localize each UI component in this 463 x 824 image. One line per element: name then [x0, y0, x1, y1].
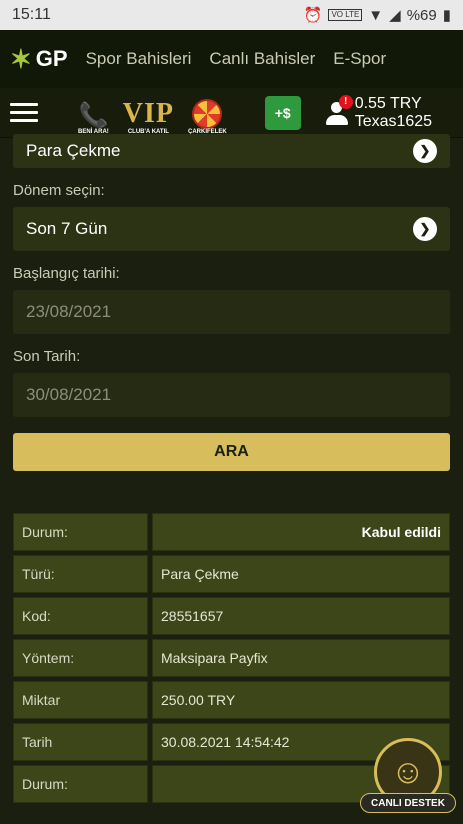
- amount-value: 250.00 TRY: [152, 681, 450, 719]
- user-balance: 0.55 TRY: [354, 94, 422, 112]
- cash-icon: +$: [274, 104, 291, 121]
- table-row: Durum: Kabul edildi: [13, 513, 450, 551]
- menu-icon[interactable]: [10, 103, 38, 122]
- lte-icon: VO LTE: [328, 9, 363, 21]
- status-bar: 15:11 ⏰ VO LTE ▼ ◢ %69 ▮: [0, 0, 463, 30]
- status-value: Kabul edildi: [152, 513, 450, 551]
- battery-level: %69: [406, 6, 437, 24]
- phone-icon: 📞: [78, 101, 109, 129]
- call-me-promo[interactable]: 📞 BENİ ARA!: [78, 91, 109, 135]
- date-key: Tarih: [13, 723, 148, 761]
- deposit-button[interactable]: +$: [264, 95, 301, 130]
- table-row: Türü: Para Çekme: [13, 555, 450, 593]
- live-support-label: CANLI DESTEK: [360, 793, 456, 813]
- status-icons: ⏰ VO LTE ▼ ◢ %69 ▮: [303, 6, 451, 25]
- code-value: 28551657: [152, 597, 450, 635]
- method-value: Maksipara Payfix: [152, 639, 450, 677]
- vip-logo: VIP: [122, 97, 175, 129]
- period-select[interactable]: Son 7 Gün ❯: [13, 207, 450, 251]
- status-key: Durum:: [13, 765, 148, 803]
- nav-link-esports[interactable]: E-Spor: [333, 49, 386, 69]
- code-key: Kod:: [13, 597, 148, 635]
- table-row: Yöntem: Maksipara Payfix: [13, 639, 450, 677]
- user-icon: !: [325, 94, 353, 125]
- logo-star-icon: ✶: [10, 43, 32, 74]
- transaction-type-value: Para Çekme: [26, 141, 121, 160]
- account-bar: 📞 BENİ ARA! VIP CLUB'A KATIL ÇARKIFELEK …: [0, 88, 463, 138]
- nav-link-live[interactable]: Canlı Bahisler: [209, 49, 315, 69]
- start-date-field[interactable]: 23/08/2021: [13, 290, 450, 334]
- nav-link-sports[interactable]: Spor Bahisleri: [86, 49, 192, 69]
- wifi-icon: ▼: [368, 6, 384, 24]
- end-date-field[interactable]: 30/08/2021: [13, 373, 450, 417]
- status-key: Durum:: [13, 513, 148, 551]
- live-support-button[interactable]: ☺ CANLI DESTEK: [360, 738, 456, 816]
- type-value: Para Çekme: [152, 555, 450, 593]
- wheel-promo[interactable]: ÇARKIFELEK: [188, 91, 227, 135]
- chevron-down-icon: ❯: [413, 217, 437, 241]
- fortune-wheel-icon: [192, 98, 223, 129]
- notification-badge[interactable]: !: [338, 94, 353, 109]
- status-time: 15:11: [12, 6, 51, 23]
- alarm-icon: ⏰: [303, 7, 323, 24]
- end-date-label: Son Tarih:: [13, 348, 81, 365]
- vip-club-promo[interactable]: VIP CLUB'A KATIL: [123, 91, 174, 135]
- period-value: Son 7 Gün: [26, 219, 108, 238]
- amount-key: Miktar: [13, 681, 148, 719]
- user-name: Texas1625: [354, 112, 433, 130]
- user-account[interactable]: ! 0.55 TRY Texas1625: [325, 94, 432, 131]
- method-key: Yöntem:: [13, 639, 148, 677]
- transaction-history: Para Çekme ❯ Dönem seçin: Son 7 Gün ❯ Ba…: [0, 134, 463, 807]
- transaction-type-select[interactable]: Para Çekme ❯: [13, 134, 450, 168]
- logo-text: GP: [35, 46, 68, 71]
- chevron-down-icon: ❯: [413, 139, 437, 163]
- signal-icon: ◢: [389, 7, 401, 24]
- search-button[interactable]: ARA: [13, 433, 450, 471]
- top-nav: ✶ GP Spor Bahisleri Canlı Bahisler E-Spo…: [0, 30, 463, 88]
- site-logo[interactable]: ✶ GP: [10, 44, 68, 75]
- battery-icon: ▮: [442, 7, 451, 24]
- user-info: 0.55 TRY Texas1625: [355, 95, 432, 131]
- period-label: Dönem seçin:: [13, 182, 105, 199]
- table-row: Miktar 250.00 TRY: [13, 681, 450, 719]
- type-key: Türü:: [13, 555, 148, 593]
- start-date-label: Başlangıç tarihi:: [13, 265, 120, 282]
- table-row: Kod: 28551657: [13, 597, 450, 635]
